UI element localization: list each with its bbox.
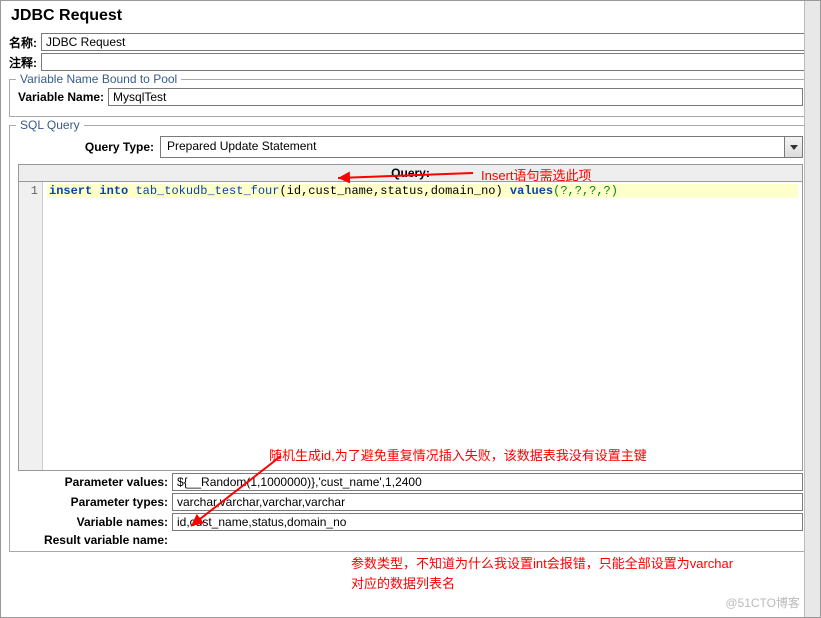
sql-legend: SQL Query [16,118,84,132]
query-editor[interactable]: 1 insert into tab_tokudb_test_four(id,cu… [18,181,803,471]
annotation-var-names: 对应的数据列表名 [351,573,455,592]
code-area[interactable]: insert into tab_tokudb_test_four(id,cust… [43,182,802,470]
param-values-label: Parameter values: [18,475,168,489]
name-label: 名称: [9,34,37,51]
variable-name-label: Variable Name: [18,90,104,104]
chevron-down-icon [790,145,798,150]
comment-label: 注释: [9,54,37,71]
jdbc-request-panel: JDBC Request 名称: 注释: Variable Name Bound… [0,0,821,618]
variable-name-input[interactable] [108,88,803,106]
query-type-select[interactable]: Prepared Update Statement [160,136,803,158]
code-line-1: insert into tab_tokudb_test_four(id,cust… [47,184,798,198]
sql-fieldset: SQL Query Query Type: Prepared Update St… [9,125,812,552]
pool-legend: Variable Name Bound to Pool [16,72,181,86]
annotation-param-types: 参数类型，不知道为什么我设置int会报错，只能全部设置为varchar [351,553,733,572]
result-variable-label: Result variable name: [18,533,168,547]
comment-input[interactable] [41,53,812,71]
param-values-input[interactable] [172,473,803,491]
watermark: @51CTO博客 [725,594,800,611]
variable-names-input[interactable] [172,513,803,531]
pool-fieldset: Variable Name Bound to Pool Variable Nam… [9,79,812,117]
query-type-label: Query Type: [18,140,154,154]
name-input[interactable] [41,33,812,51]
dropdown-button[interactable] [784,137,802,157]
query-type-value: Prepared Update Statement [161,137,784,157]
vertical-scrollbar[interactable] [804,1,820,617]
line-gutter: 1 [19,182,43,470]
query-header: Query: [18,164,803,181]
param-types-input[interactable] [172,493,803,511]
variable-names-label: Variable names: [18,515,168,529]
panel-title: JDBC Request [11,7,812,25]
param-types-label: Parameter types: [18,495,168,509]
